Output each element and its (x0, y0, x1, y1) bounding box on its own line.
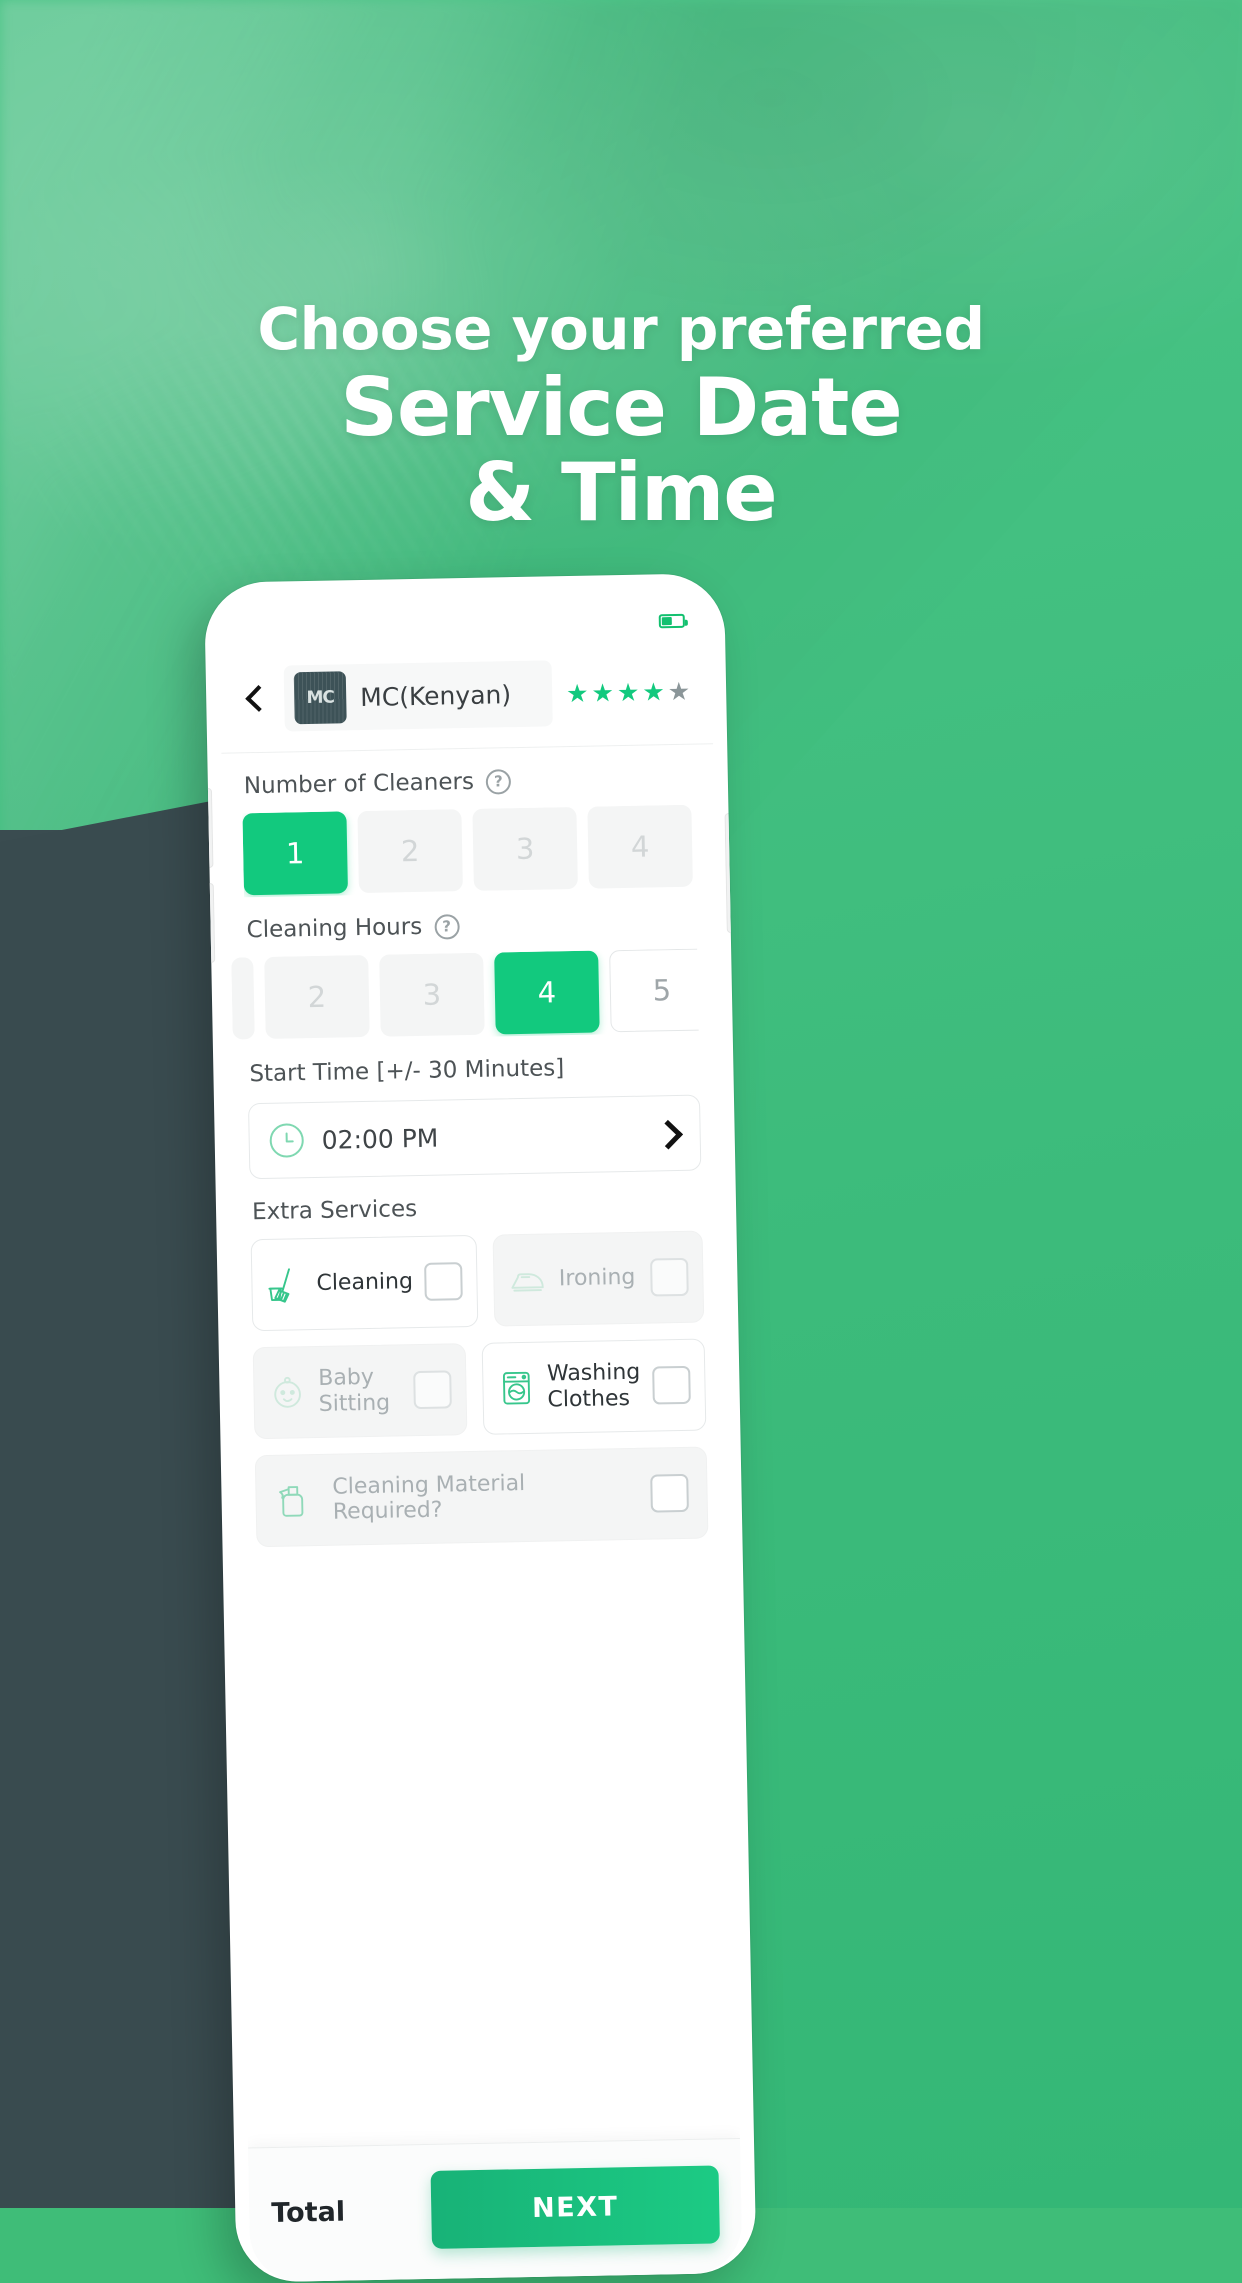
cleaners-option-1[interactable]: 1 (242, 811, 348, 896)
start-time-label-text: Start Time [+/- 30 Minutes] (249, 1055, 565, 1088)
star-icon: ★ (642, 676, 666, 707)
clock-icon (269, 1123, 305, 1158)
extra-services-row-2: Baby Sitting Washing Clothes (252, 1338, 707, 1440)
help-icon[interactable]: ? (433, 913, 460, 940)
avatar-mark: MC (306, 687, 335, 709)
extra-services-label-text: Extra Services (251, 1196, 418, 1226)
cleaners-option-3[interactable]: 3 (472, 806, 578, 891)
cleaning-material-label: Cleaning Material Required? (332, 1471, 526, 1525)
service-label-ironing: Ironing (558, 1265, 636, 1292)
total-label: Total (271, 2196, 346, 2229)
iron-icon (509, 1261, 548, 1300)
cleaners-options: 1 2 3 4 (242, 804, 696, 898)
hours-section-label: Cleaning Hours ? (244, 889, 697, 958)
baby-face-icon (268, 1373, 307, 1412)
service-card-washing-clothes[interactable]: Washing Clothes (481, 1338, 707, 1435)
start-time-section-label: Start Time [+/- 30 Minutes] (247, 1033, 700, 1102)
start-time-picker[interactable]: 02:00 PM (247, 1094, 702, 1180)
extra-services-section-label: Extra Services (249, 1171, 702, 1240)
service-label-line1: Washing (546, 1360, 641, 1388)
spray-bottle-icon (274, 1481, 313, 1520)
hours-option-2[interactable]: 2 (264, 954, 370, 1039)
next-button[interactable]: NEXT (430, 2165, 720, 2249)
headline-line-2: Service Date (340, 361, 902, 454)
hours-label-text: Cleaning Hours (246, 913, 423, 944)
service-label-baby-sitting: Baby Sitting (318, 1365, 402, 1418)
status-bar (218, 587, 711, 658)
cleaners-label-text: Number of Cleaners (243, 768, 475, 800)
service-card-baby-sitting[interactable]: Baby Sitting (252, 1343, 468, 1440)
booking-form: Number of Cleaners ? 1 2 3 4 Cleaning Ho… (221, 744, 738, 2075)
booking-footer: Total NEXT (248, 2137, 743, 2283)
service-label-line2: Sitting (318, 1390, 391, 1417)
cleaners-option-4[interactable]: 4 (587, 804, 693, 889)
promo-headline: Choose your preferred Service Date & Tim… (0, 300, 1242, 536)
hours-option-3[interactable]: 3 (379, 952, 485, 1037)
provider-name: MC(Kenyan) (359, 679, 512, 712)
service-checkbox-cleaning[interactable] (424, 1262, 464, 1301)
avatar: MC (293, 671, 347, 725)
headline-line-3: & Time (465, 445, 777, 539)
hours-options: 2 3 4 5 (231, 948, 699, 1042)
chevron-left-icon[interactable] (240, 684, 271, 715)
hours-option-prev-peek[interactable] (231, 957, 255, 1040)
extra-services-row-1: Cleaning Ironing (250, 1230, 705, 1332)
service-label-cleaning: Cleaning (316, 1269, 414, 1297)
hours-option-4[interactable]: 4 (494, 950, 600, 1035)
cleaning-material-checkbox[interactable] (650, 1473, 689, 1513)
phone-screen: MC MC(Kenyan) ★ ★ ★ ★ ★ Number of Cleane… (218, 587, 743, 2283)
chevron-right-icon[interactable] (653, 1120, 679, 1146)
phone-mockup: MC MC(Kenyan) ★ ★ ★ ★ ★ Number of Cleane… (204, 573, 757, 2283)
start-time-value: 02:00 PM (321, 1123, 439, 1155)
star-icon: ★ (565, 678, 589, 708)
service-label-washing-clothes: Washing Clothes (547, 1360, 641, 1413)
service-label-line1: Baby (318, 1365, 375, 1392)
star-icon: ★ (591, 677, 615, 708)
washing-machine-icon (497, 1369, 536, 1408)
broom-bucket-icon (266, 1265, 305, 1304)
service-card-ironing[interactable]: Ironing (493, 1230, 705, 1327)
star-icon: ★ (616, 677, 640, 707)
headline-line-1: Choose your preferred (257, 295, 985, 363)
app-header: MC MC(Kenyan) ★ ★ ★ ★ ★ (219, 649, 714, 754)
star-icon-empty: ★ (667, 676, 691, 706)
rating-stars: ★ ★ ★ ★ ★ (565, 676, 693, 708)
hours-option-5[interactable]: 5 (609, 948, 699, 1033)
provider-chip[interactable]: MC MC(Kenyan) (283, 660, 553, 732)
help-icon[interactable]: ? (485, 768, 512, 795)
service-card-cleaning[interactable]: Cleaning (250, 1234, 479, 1332)
cleaners-option-2[interactable]: 2 (357, 809, 463, 894)
service-card-cleaning-material[interactable]: Cleaning Material Required? (254, 1446, 709, 1548)
service-label-line2: Clothes (547, 1385, 631, 1413)
cleaners-section-label: Number of Cleaners ? (241, 745, 694, 814)
battery-icon (658, 613, 685, 629)
service-checkbox-washing-clothes[interactable] (652, 1365, 691, 1405)
service-checkbox-ironing[interactable] (650, 1257, 689, 1297)
service-checkbox-baby-sitting[interactable] (412, 1370, 452, 1410)
